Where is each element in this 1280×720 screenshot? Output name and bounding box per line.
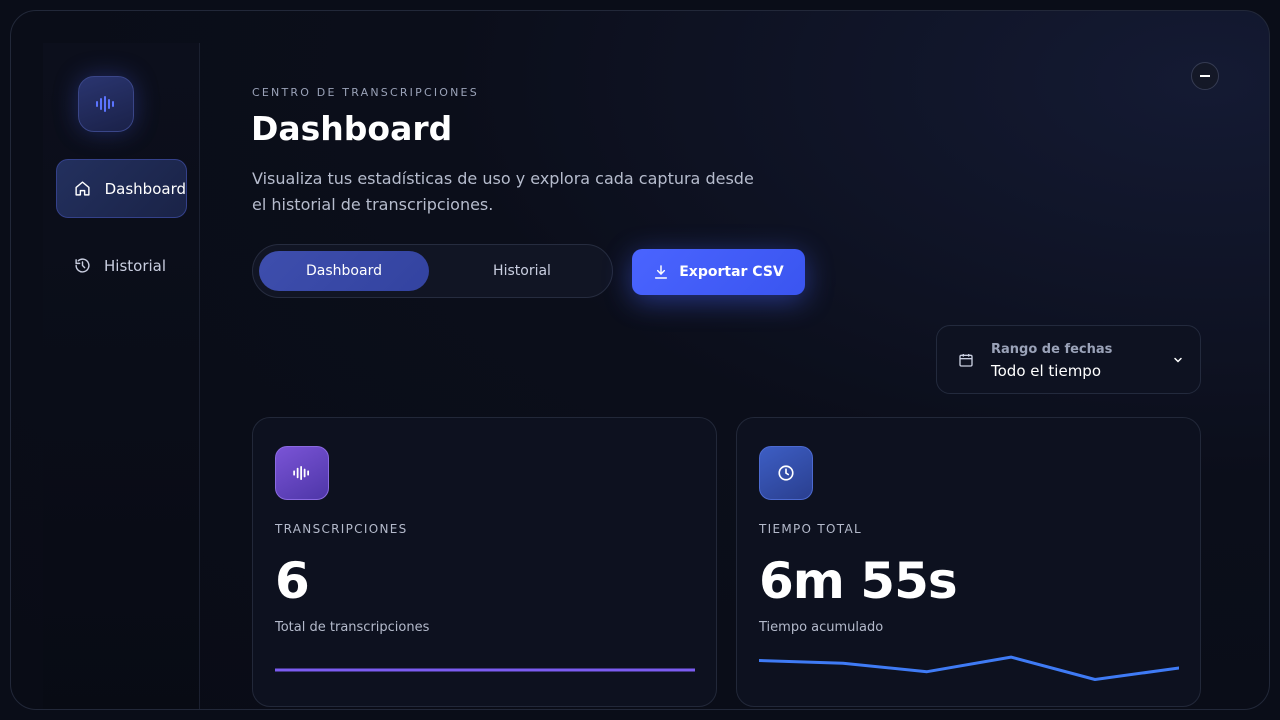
stat-value: 6 [275,552,310,610]
stat-label: TIEMPO TOTAL [759,522,862,536]
tab-dashboard[interactable]: Dashboard [259,251,429,291]
export-csv-button[interactable]: Exportar CSV [632,249,805,295]
page-title: Dashboard [251,109,453,148]
stat-description: Tiempo acumulado [759,620,884,635]
clock-icon [778,465,794,481]
sparkline-series [759,655,1179,681]
page-eyebrow: CENTRO DE TRANSCRIPCIONES [252,86,479,99]
date-range-value: Todo el tiempo [991,362,1102,380]
chevron-down-icon [1174,357,1182,363]
sidebar-item-label: Historial [104,256,167,275]
stat-card-transcriptions: TRANSCRIPCIONES 6 Total de transcripcion… [252,417,717,707]
date-range-select[interactable]: Rango de fechas Todo el tiempo [936,325,1201,394]
sidebar-item-label: Dashboard [104,179,186,198]
export-csv-label: Exportar CSV [679,264,784,280]
page-subtitle: Visualiza tus estadísticas de uso y expl… [252,169,754,214]
stat-value: 6m 55s [759,552,958,610]
sidebar-item-historial[interactable]: Historial [56,236,187,295]
home-icon [74,180,92,198]
stat-label: TRANSCRIPCIONES [275,522,408,536]
history-icon [73,257,91,275]
sparkline-chart [275,668,695,672]
tab-historial[interactable]: Historial [437,251,607,291]
download-icon [655,265,668,279]
close-button[interactable] [1191,62,1219,90]
card-badge [275,446,329,500]
waveform-icon [96,96,114,112]
view-toggle: Dashboard Historial [252,244,613,298]
minus-icon [1200,75,1210,77]
app-logo[interactable] [78,76,134,132]
app-window: Dashboard Historial CENTRO DE TRANSCRIPC… [10,10,1270,710]
card-badge [759,446,813,500]
sparkline-chart [759,655,1179,681]
stat-card-total-time: TIEMPO TOTAL 6m 55s Tiempo acumulado [736,417,1201,707]
date-range-label: Rango de fechas [991,342,1113,357]
waveform-icon [293,466,309,480]
calendar-icon [959,354,973,367]
sidebar-item-dashboard[interactable]: Dashboard [56,159,187,218]
stat-description: Total de transcripciones [275,620,430,635]
sidebar: Dashboard Historial [43,43,200,709]
